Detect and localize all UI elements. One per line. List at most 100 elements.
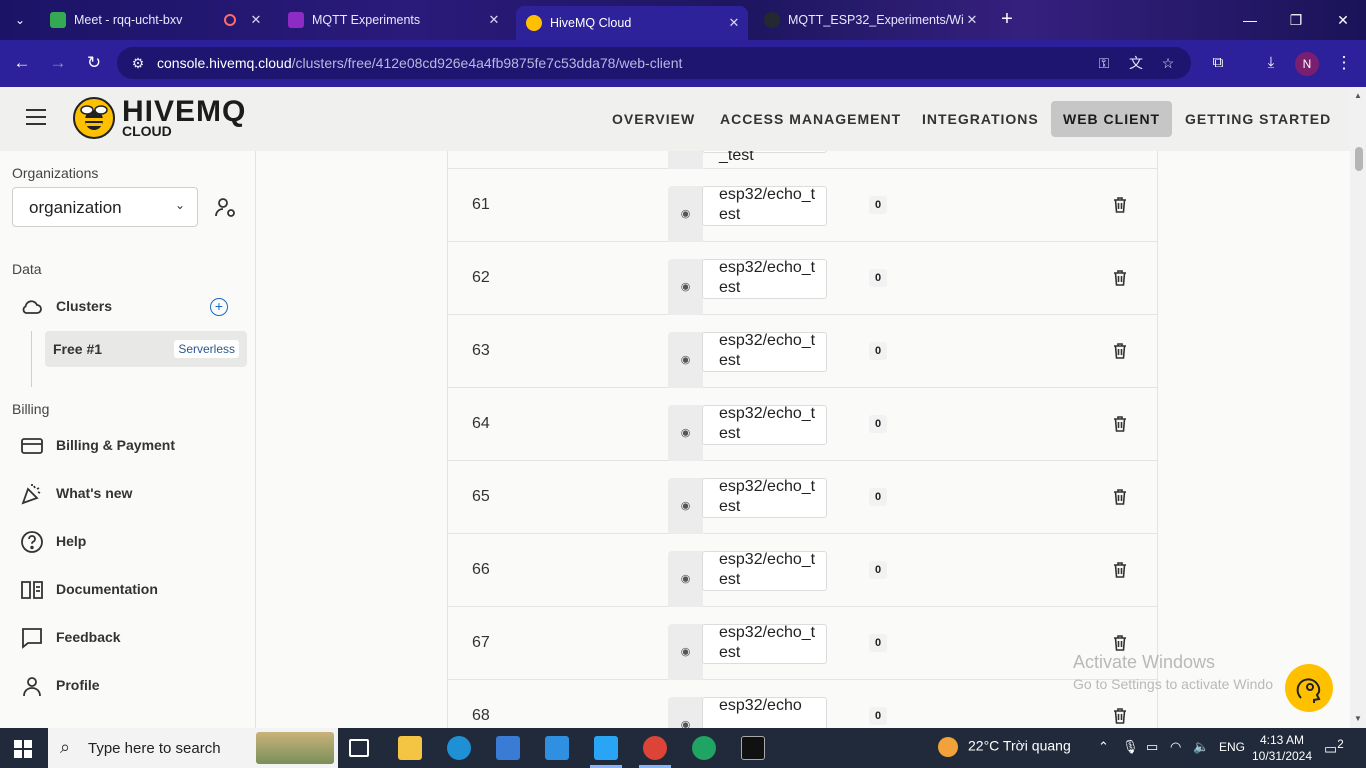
browser-tab-github[interactable]: MQTT_ESP32_Experiments/WiFi ✕	[754, 6, 986, 34]
nav-access-management[interactable]: ACCESS MANAGEMENT	[708, 101, 913, 137]
sidebar-item-profile[interactable]: Profile	[20, 672, 240, 700]
delete-trash-icon[interactable]	[1112, 196, 1128, 214]
page-scrollbar[interactable]: ▲ ▼	[1350, 87, 1366, 728]
search-highlight-image	[256, 732, 334, 764]
sidebar-item-help[interactable]: Help	[20, 528, 240, 556]
back-arrow-icon[interactable]: ←	[11, 52, 33, 74]
delete-trash-icon[interactable]	[1112, 415, 1128, 433]
rss-feed-icon: ◉	[668, 697, 703, 728]
weather-moon-icon	[938, 737, 958, 757]
user-settings-icon[interactable]	[214, 196, 238, 220]
chrome-icon[interactable]	[643, 736, 667, 760]
tab-close-icon[interactable]: ✕	[964, 12, 980, 28]
scroll-down-arrow-icon[interactable]: ▼	[1354, 714, 1362, 723]
qos-badge: 0	[869, 707, 887, 725]
xbox-app-icon[interactable]	[692, 736, 716, 760]
sidebar-item-label: Feedback	[56, 629, 121, 645]
qos-badge: 0	[869, 269, 887, 287]
sidebar-item-billing-payment[interactable]: Billing & Payment	[20, 432, 240, 460]
windows-start-icon[interactable]	[14, 740, 32, 758]
tab-search-chevron-icon[interactable]: ⌄	[10, 10, 30, 30]
nav-overview[interactable]: OVERVIEW	[600, 101, 707, 137]
qos-badge: 0	[869, 488, 887, 506]
sidebar-item-documentation[interactable]: Documentation	[20, 576, 240, 604]
input-language[interactable]: ENG	[1219, 740, 1245, 754]
clock-time: 4:13 AM	[1259, 733, 1305, 747]
reload-icon[interactable]: ↻	[83, 52, 105, 74]
delete-trash-icon[interactable]	[1112, 342, 1128, 360]
organizations-label: Organizations	[12, 165, 99, 181]
cluster-type-badge: Serverless	[174, 340, 239, 358]
password-key-icon[interactable]: ⚿	[1095, 54, 1113, 72]
microphone-icon[interactable]: 🎙	[1122, 739, 1139, 755]
taskbar-clock[interactable]: 4:13 AM 10/31/2024	[1250, 732, 1314, 764]
table-row: 68 ◉ esp32/echo 0	[448, 680, 1157, 728]
browser-tab-mqtt-experiments[interactable]: MQTT Experiments ✕	[278, 6, 508, 34]
tab-close-icon[interactable]: ✕	[248, 12, 264, 28]
tab-close-icon[interactable]: ✕	[726, 15, 742, 31]
microsoft-store-icon[interactable]	[496, 736, 520, 760]
notification-center-icon[interactable]: ▭2	[1324, 738, 1344, 758]
tab-title: MQTT Experiments	[312, 13, 421, 27]
battery-icon[interactable]: ▭	[1146, 739, 1158, 755]
extensions-puzzle-icon[interactable]: ⧉	[1207, 52, 1229, 74]
mail-icon[interactable]	[545, 736, 569, 760]
task-view-icon[interactable]	[349, 739, 369, 757]
cluster-item-free-1[interactable]: Free #1 Serverless	[45, 331, 247, 367]
sidebar-item-whats-new[interactable]: What's new	[20, 480, 240, 508]
vscode-icon[interactable]	[594, 736, 618, 760]
tab-close-icon[interactable]: ✕	[486, 12, 502, 28]
close-window-icon[interactable]: ✕	[1331, 8, 1355, 32]
tray-chevron-up-icon[interactable]: ⌃	[1098, 739, 1109, 755]
nav-integrations[interactable]: INTEGRATIONS	[910, 101, 1051, 137]
qos-badge: 0	[869, 196, 887, 214]
row-number: 63	[472, 342, 490, 359]
add-cluster-icon[interactable]: +	[210, 298, 228, 316]
sidebar-item-feedback[interactable]: Feedback	[20, 624, 240, 652]
sidebar-item-label: What's new	[56, 485, 133, 501]
new-tab-button[interactable]: +	[996, 8, 1018, 30]
wifi-icon[interactable]: ◠	[1170, 739, 1181, 755]
organization-select[interactable]: organization ⌄	[12, 187, 198, 227]
forward-arrow-icon[interactable]: →	[47, 52, 69, 74]
organization-select-value: organization	[29, 198, 122, 217]
file-explorer-icon[interactable]	[398, 736, 422, 760]
browser-tab-hivemq[interactable]: HiveMQ Cloud ✕	[516, 6, 748, 40]
delete-trash-icon[interactable]	[1112, 707, 1128, 725]
site-info-icon[interactable]: ⚙	[129, 54, 147, 72]
download-icon[interactable]: ⤓	[1260, 52, 1282, 74]
minimize-icon[interactable]: —	[1238, 8, 1262, 32]
sidebar-item-clusters[interactable]: Clusters	[20, 293, 240, 321]
delete-trash-icon[interactable]	[1112, 561, 1128, 579]
weather-widget[interactable]: 22°C Trời quang	[938, 737, 1071, 757]
nav-getting-started[interactable]: GETTING STARTED	[1173, 101, 1343, 137]
hamburger-menu-icon[interactable]	[26, 109, 46, 127]
party-popper-icon	[20, 482, 44, 506]
restore-icon[interactable]: ❐	[1284, 8, 1308, 32]
rss-feed-icon: ◉	[668, 186, 703, 242]
delete-trash-icon[interactable]	[1112, 634, 1128, 652]
scroll-up-arrow-icon[interactable]: ▲	[1354, 91, 1362, 100]
bookmark-star-icon[interactable]: ☆	[1159, 54, 1177, 72]
url-text: console.hivemq.cloud/clusters/free/412e0…	[157, 55, 682, 71]
chrome-menu-icon[interactable]: ⋮	[1333, 52, 1355, 74]
terminal-icon[interactable]	[741, 736, 765, 760]
table-row: 61 ◉ esp32/echo_test 0	[448, 169, 1157, 242]
help-assistant-button[interactable]	[1285, 664, 1333, 712]
rss-feed-icon: ◉	[668, 332, 703, 388]
browser-tab-meet[interactable]: Meet - rqq-ucht-bxv ✕	[40, 6, 270, 34]
profile-avatar[interactable]: N	[1295, 52, 1319, 76]
hivemq-bee-logo-icon	[73, 97, 115, 139]
person-icon	[20, 674, 44, 698]
tab-title: MQTT_ESP32_Experiments/WiFi	[788, 13, 964, 27]
translate-icon[interactable]: 文	[1127, 54, 1145, 72]
nav-web-client[interactable]: WEB CLIENT	[1051, 101, 1173, 137]
edge-browser-icon[interactable]	[447, 736, 471, 760]
scrollbar-thumb[interactable]	[1355, 147, 1363, 171]
delete-trash-icon[interactable]	[1112, 488, 1128, 506]
onenote-favicon-icon	[288, 12, 304, 28]
delete-trash-icon[interactable]	[1112, 269, 1128, 287]
taskbar-search[interactable]: ⌕ Type here to search	[48, 728, 338, 768]
volume-icon[interactable]: 🔈	[1193, 739, 1209, 755]
address-bar[interactable]: ⚙ console.hivemq.cloud/clusters/free/412…	[117, 47, 1191, 79]
